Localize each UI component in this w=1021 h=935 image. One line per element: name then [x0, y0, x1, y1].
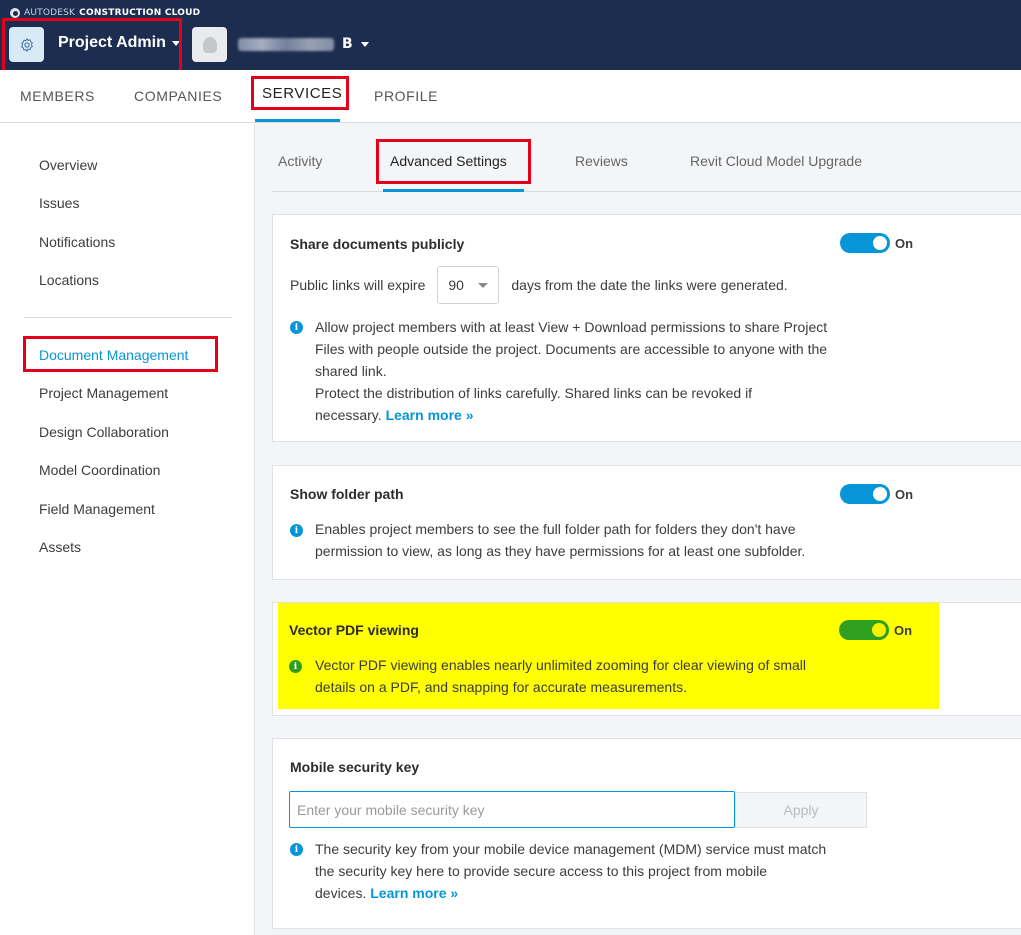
- share-desc-line: Allow project members with at least View…: [315, 319, 828, 335]
- tab-revit-cloud-model-upgrade[interactable]: Revit Cloud Model Upgrade: [690, 153, 862, 169]
- toggle-knob: [873, 236, 887, 250]
- folder-path-title: Show folder path: [290, 486, 404, 502]
- share-desc-line: necessary.: [315, 407, 382, 423]
- info-icon: i: [290, 843, 303, 856]
- active-tab-indicator: [255, 119, 340, 122]
- info-icon: i: [290, 321, 303, 334]
- vector-desc-line: details on a PDF, and snapping for accur…: [315, 679, 687, 695]
- apply-button[interactable]: Apply: [735, 792, 867, 828]
- annotation-box-document-management: [23, 336, 218, 372]
- expire-days-select[interactable]: 90: [437, 266, 500, 304]
- sidebar-divider: [24, 317, 232, 318]
- project-avatar[interactable]: [192, 27, 227, 62]
- mobile-security-key-input[interactable]: [289, 791, 735, 828]
- mobile-desc-line: the security key here to provide secure …: [315, 863, 768, 879]
- share-documents-description: Allow project members with at least View…: [315, 316, 827, 426]
- expire-days-value: 90: [448, 277, 464, 293]
- mobile-desc-line: devices.: [315, 885, 367, 901]
- tab-profile[interactable]: PROFILE: [374, 88, 438, 104]
- mobile-security-title: Mobile security key: [290, 759, 420, 775]
- folder-path-card: Show folder path On i Enables project me…: [272, 465, 1021, 580]
- brand-prefix: AUTODESK: [24, 8, 76, 18]
- sidebar-item-overview[interactable]: Overview: [39, 157, 97, 173]
- autodesk-logo-icon: [10, 8, 20, 18]
- sidebar-item-field-management[interactable]: Field Management: [39, 501, 155, 517]
- toggle-knob: [872, 623, 886, 637]
- share-learn-more-link[interactable]: Learn more »: [386, 407, 474, 423]
- project-name-blurred: [238, 37, 334, 51]
- sidebar-item-notifications[interactable]: Notifications: [39, 234, 115, 250]
- main-tabs: MEMBERS COMPANIES SERVICES PROFILE: [0, 70, 1021, 123]
- tab-reviews[interactable]: Reviews: [575, 153, 628, 169]
- sidebar-item-issues[interactable]: Issues: [39, 195, 79, 211]
- annotation-box-services: [251, 76, 349, 110]
- vector-pdf-toggle[interactable]: [839, 620, 889, 640]
- share-desc-line: shared link.: [315, 363, 387, 379]
- share-desc-line: Protect the distribution of links carefu…: [315, 385, 753, 401]
- project-selector[interactable]: B: [238, 36, 369, 52]
- folder-desc-line: Enables project members to see the full …: [315, 521, 796, 537]
- info-icon: i: [290, 524, 303, 537]
- share-documents-card: Share documents publicly On Public links…: [272, 214, 1021, 442]
- tab-members[interactable]: MEMBERS: [20, 88, 95, 104]
- sidebar-item-locations[interactable]: Locations: [39, 272, 99, 288]
- sidebar: Overview Issues Notifications Locations …: [0, 123, 255, 935]
- folder-path-toggle-label: On: [895, 487, 914, 502]
- annotation-box-project-admin: [2, 18, 182, 73]
- tab-activity[interactable]: Activity: [278, 153, 322, 169]
- project-thumbnail-icon: [202, 36, 217, 53]
- vector-pdf-toggle-label: On: [894, 623, 913, 638]
- sidebar-item-design-collaboration[interactable]: Design Collaboration: [39, 424, 169, 440]
- vector-pdf-description: Vector PDF viewing enables nearly unlimi…: [315, 654, 806, 698]
- tab-companies[interactable]: COMPANIES: [134, 88, 222, 104]
- chevron-down-icon: [478, 282, 489, 288]
- vector-desc-line: Vector PDF viewing enables nearly unlimi…: [315, 657, 806, 673]
- share-documents-toggle-label: On: [895, 236, 914, 251]
- project-initial: B: [342, 36, 353, 52]
- vector-pdf-title: Vector PDF viewing: [289, 622, 419, 638]
- mobile-security-description: The security key from your mobile device…: [315, 838, 826, 904]
- annotation-box-advanced-settings: [376, 139, 531, 184]
- brand-product: CONSTRUCTION CLOUD: [79, 8, 201, 18]
- chevron-down-icon: [360, 41, 369, 47]
- folder-path-description: Enables project members to see the full …: [315, 518, 805, 562]
- share-desc-line: Files with people outside the project. D…: [315, 341, 828, 357]
- share-documents-title: Share documents publicly: [290, 236, 465, 252]
- folder-desc-line: permission to view, as long as they have…: [315, 543, 806, 559]
- expire-suffix: days from the date the links were genera…: [511, 277, 788, 293]
- sidebar-item-assets[interactable]: Assets: [39, 539, 81, 555]
- sidebar-item-project-management[interactable]: Project Management: [39, 385, 168, 401]
- toggle-knob: [873, 487, 887, 501]
- sidebar-item-model-coordination[interactable]: Model Coordination: [39, 462, 160, 478]
- folder-path-toggle[interactable]: [840, 484, 890, 504]
- active-subtab-indicator: [383, 189, 524, 192]
- info-icon: i: [289, 660, 302, 673]
- mobile-security-card: Mobile security key i The security key f…: [272, 738, 1021, 929]
- mobile-desc-line: The security key from your mobile device…: [315, 841, 827, 857]
- share-documents-toggle[interactable]: [840, 233, 890, 253]
- mobile-learn-more-link[interactable]: Learn more »: [370, 885, 458, 901]
- expire-row: Public links will expire 90 days from th…: [290, 266, 788, 304]
- expire-prefix: Public links will expire: [290, 277, 426, 293]
